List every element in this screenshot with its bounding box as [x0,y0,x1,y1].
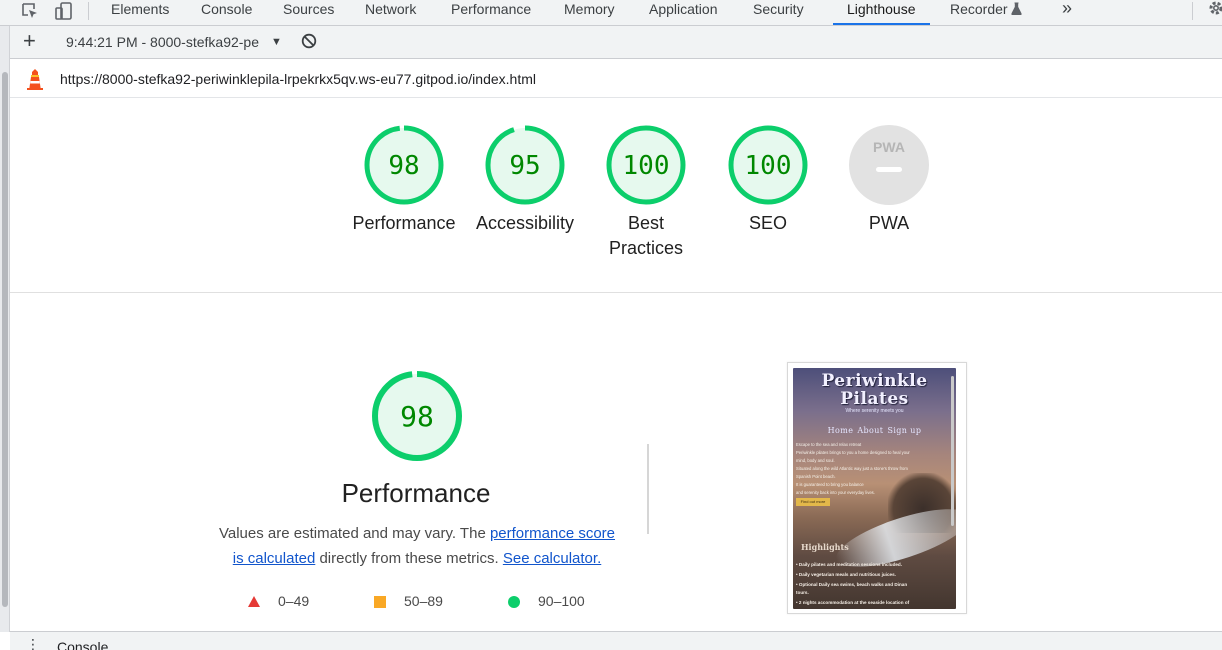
performance-score-link[interactable]: performance score [490,525,615,542]
devtools-tab-bar: Elements Console Sources Network Perform… [0,0,1222,26]
tab-elements[interactable]: Elements [111,0,169,25]
gauge-accessibility[interactable]: 95 Accessibility [465,124,585,236]
pwa-badge-icon: PWA [849,125,929,205]
vertical-divider [647,444,649,534]
tab-lighthouse[interactable]: Lighthouse [833,0,929,25]
final-screenshot[interactable]: Periwinkle Pilates Where serenity meets … [787,362,967,614]
tab-performance[interactable]: Performance [451,0,531,25]
device-toolbar-icon[interactable] [53,1,75,21]
gauge-accessibility-score: 95 [509,151,540,181]
lighthouse-toolbar: + 9:44:21 PM - 8000-stefka92-pe ▼ [10,26,1222,59]
gauge-best-practices[interactable]: 100 Best Practices [586,124,706,261]
drawer-tab-console[interactable]: Console [57,639,108,650]
left-scrollbar[interactable] [0,26,10,632]
report-url-bar: https://8000-stefka92-periwinklepila-lrp… [10,60,1222,98]
is-calculated-link[interactable]: is calculated [233,550,316,567]
performance-description: Values are estimated and may vary. The p… [218,525,616,567]
gauge-seo-score: 100 [745,151,792,181]
gauge-best-practices-label: Best Practices [608,213,684,258]
gauge-best-practices-score: 100 [623,151,670,181]
fail-triangle-icon [248,596,260,607]
performance-title: Performance [341,478,491,508]
average-square-icon [374,596,386,608]
inspect-element-icon[interactable] [20,1,42,21]
scrollbar-thumb[interactable] [2,72,8,607]
report-url[interactable]: https://8000-stefka92-periwinklepila-lrp… [60,71,536,87]
tab-security[interactable]: Security [753,0,804,25]
lighthouse-icon [25,68,45,95]
gauge-performance-label: Performance [352,213,456,233]
tab-application[interactable]: Application [649,0,718,25]
tab-network[interactable]: Network [365,0,416,25]
pwa-badge-text: PWA [873,139,905,155]
gauge-pwa[interactable]: PWA PWA [829,124,949,236]
tab-sources[interactable]: Sources [283,0,334,25]
gauge-performance-score: 98 [388,151,419,181]
section-divider [10,292,1222,293]
report-selector[interactable]: 9:44:21 PM - 8000-stefka92-pe [66,34,259,50]
settings-gear-icon[interactable] [1204,0,1222,18]
gauge-seo-ring: 100 [728,125,808,205]
block-icon[interactable] [301,33,317,54]
tab-recorder[interactable]: Recorder [950,0,1022,25]
plus-icon[interactable]: + [23,30,36,52]
gauge-best-practices-ring: 100 [606,125,686,205]
see-calculator-link[interactable]: See calculator. [503,550,601,567]
gauge-pwa-label: PWA [868,213,910,233]
pass-circle-icon [508,596,520,608]
gauge-seo-label: SEO [748,213,787,233]
tab-memory[interactable]: Memory [564,0,615,25]
bottom-drawer: ⋮ Console [10,631,1222,650]
tab-recorder-label: Recorder [950,1,1008,17]
gauge-seo[interactable]: 100 SEO [708,124,828,236]
performance-large-score: 98 [400,400,434,433]
gauge-accessibility-label: Accessibility [475,213,575,233]
more-tabs-button[interactable]: » [1062,0,1072,25]
tab-console[interactable]: Console [201,0,252,25]
chevron-down-icon[interactable]: ▼ [271,36,282,48]
gauge-accessibility-ring: 95 [485,125,565,205]
screenshot-image: Periwinkle Pilates Where serenity meets … [793,368,956,609]
more-options-icon[interactable]: ⋮ [26,637,40,650]
gauge-performance[interactable]: 98 Performance [344,124,464,236]
performance-large-gauge: 98 [370,369,464,463]
flask-icon [1011,2,1022,15]
gauge-performance-ring: 98 [364,125,444,205]
